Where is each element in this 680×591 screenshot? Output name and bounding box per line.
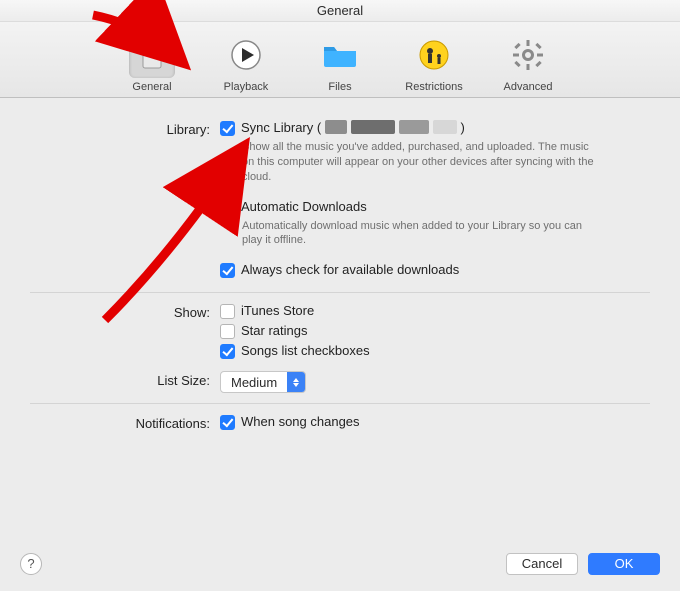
- checkbox-check-downloads[interactable]: Always check for available downloads: [220, 262, 650, 278]
- label-notifications: Notifications:: [30, 414, 220, 431]
- toolbar-label: Files: [301, 81, 379, 93]
- advanced-icon: [505, 32, 551, 78]
- select-list-size[interactable]: Medium: [220, 371, 306, 393]
- checkbox-label: Automatic Downloads: [241, 199, 367, 214]
- checkbox-star-ratings[interactable]: Star ratings: [220, 323, 650, 339]
- toolbar-tab-advanced[interactable]: Advanced: [489, 28, 567, 93]
- checkbox-label: Always check for available downloads: [241, 262, 459, 277]
- general-pane: Library: Sync Library ( ) Show all the m…: [0, 98, 680, 434]
- files-icon: [317, 32, 363, 78]
- general-icon: [129, 32, 175, 78]
- cancel-button[interactable]: Cancel: [506, 553, 578, 575]
- checkbox-auto-downloads[interactable]: Automatic Downloads: [220, 199, 650, 215]
- select-arrows-icon: [287, 372, 305, 392]
- window-title: General: [0, 0, 680, 22]
- toolbar-tab-restrictions[interactable]: Restrictions: [395, 28, 473, 93]
- checkbox-label: iTunes Store: [241, 303, 314, 318]
- checkbox-songs-list-checkboxes[interactable]: Songs list checkboxes: [220, 343, 650, 359]
- ok-button[interactable]: OK: [588, 553, 660, 575]
- toolbar-tab-files[interactable]: Files: [301, 28, 379, 93]
- checkbox-label: Sync Library ( ): [241, 120, 465, 135]
- divider: [30, 292, 650, 293]
- toolbar-tab-playback[interactable]: Playback: [207, 28, 285, 93]
- toolbar: General Playback Files Restrictions Adva…: [0, 22, 680, 98]
- label-list-size: List Size:: [30, 371, 220, 388]
- desc-auto-downloads: Automatically download music when added …: [242, 219, 602, 249]
- checkbox-when-song-changes[interactable]: When song changes: [220, 414, 650, 430]
- select-value: Medium: [221, 375, 287, 390]
- desc-sync-library: Show all the music you've added, purchas…: [242, 140, 602, 185]
- playback-icon: [223, 32, 269, 78]
- checkbox-label: Songs list checkboxes: [241, 343, 370, 358]
- toolbar-label: Playback: [207, 81, 285, 93]
- checkbox-itunes-store[interactable]: iTunes Store: [220, 303, 650, 319]
- divider: [30, 403, 650, 404]
- toolbar-tab-general[interactable]: General: [113, 28, 191, 93]
- redacted-account: [325, 120, 457, 134]
- checkbox-label: Star ratings: [241, 323, 307, 338]
- toolbar-label: Restrictions: [395, 81, 473, 93]
- label-show: Show:: [30, 303, 220, 320]
- checkbox-label: When song changes: [241, 414, 360, 429]
- label-library: Library:: [30, 120, 220, 137]
- restrictions-icon: [411, 32, 457, 78]
- toolbar-label: Advanced: [489, 81, 567, 93]
- toolbar-label: General: [113, 81, 191, 93]
- checkbox-sync-library[interactable]: Sync Library ( ): [220, 120, 650, 136]
- footer: ? Cancel OK: [0, 541, 680, 591]
- help-button[interactable]: ?: [20, 553, 42, 575]
